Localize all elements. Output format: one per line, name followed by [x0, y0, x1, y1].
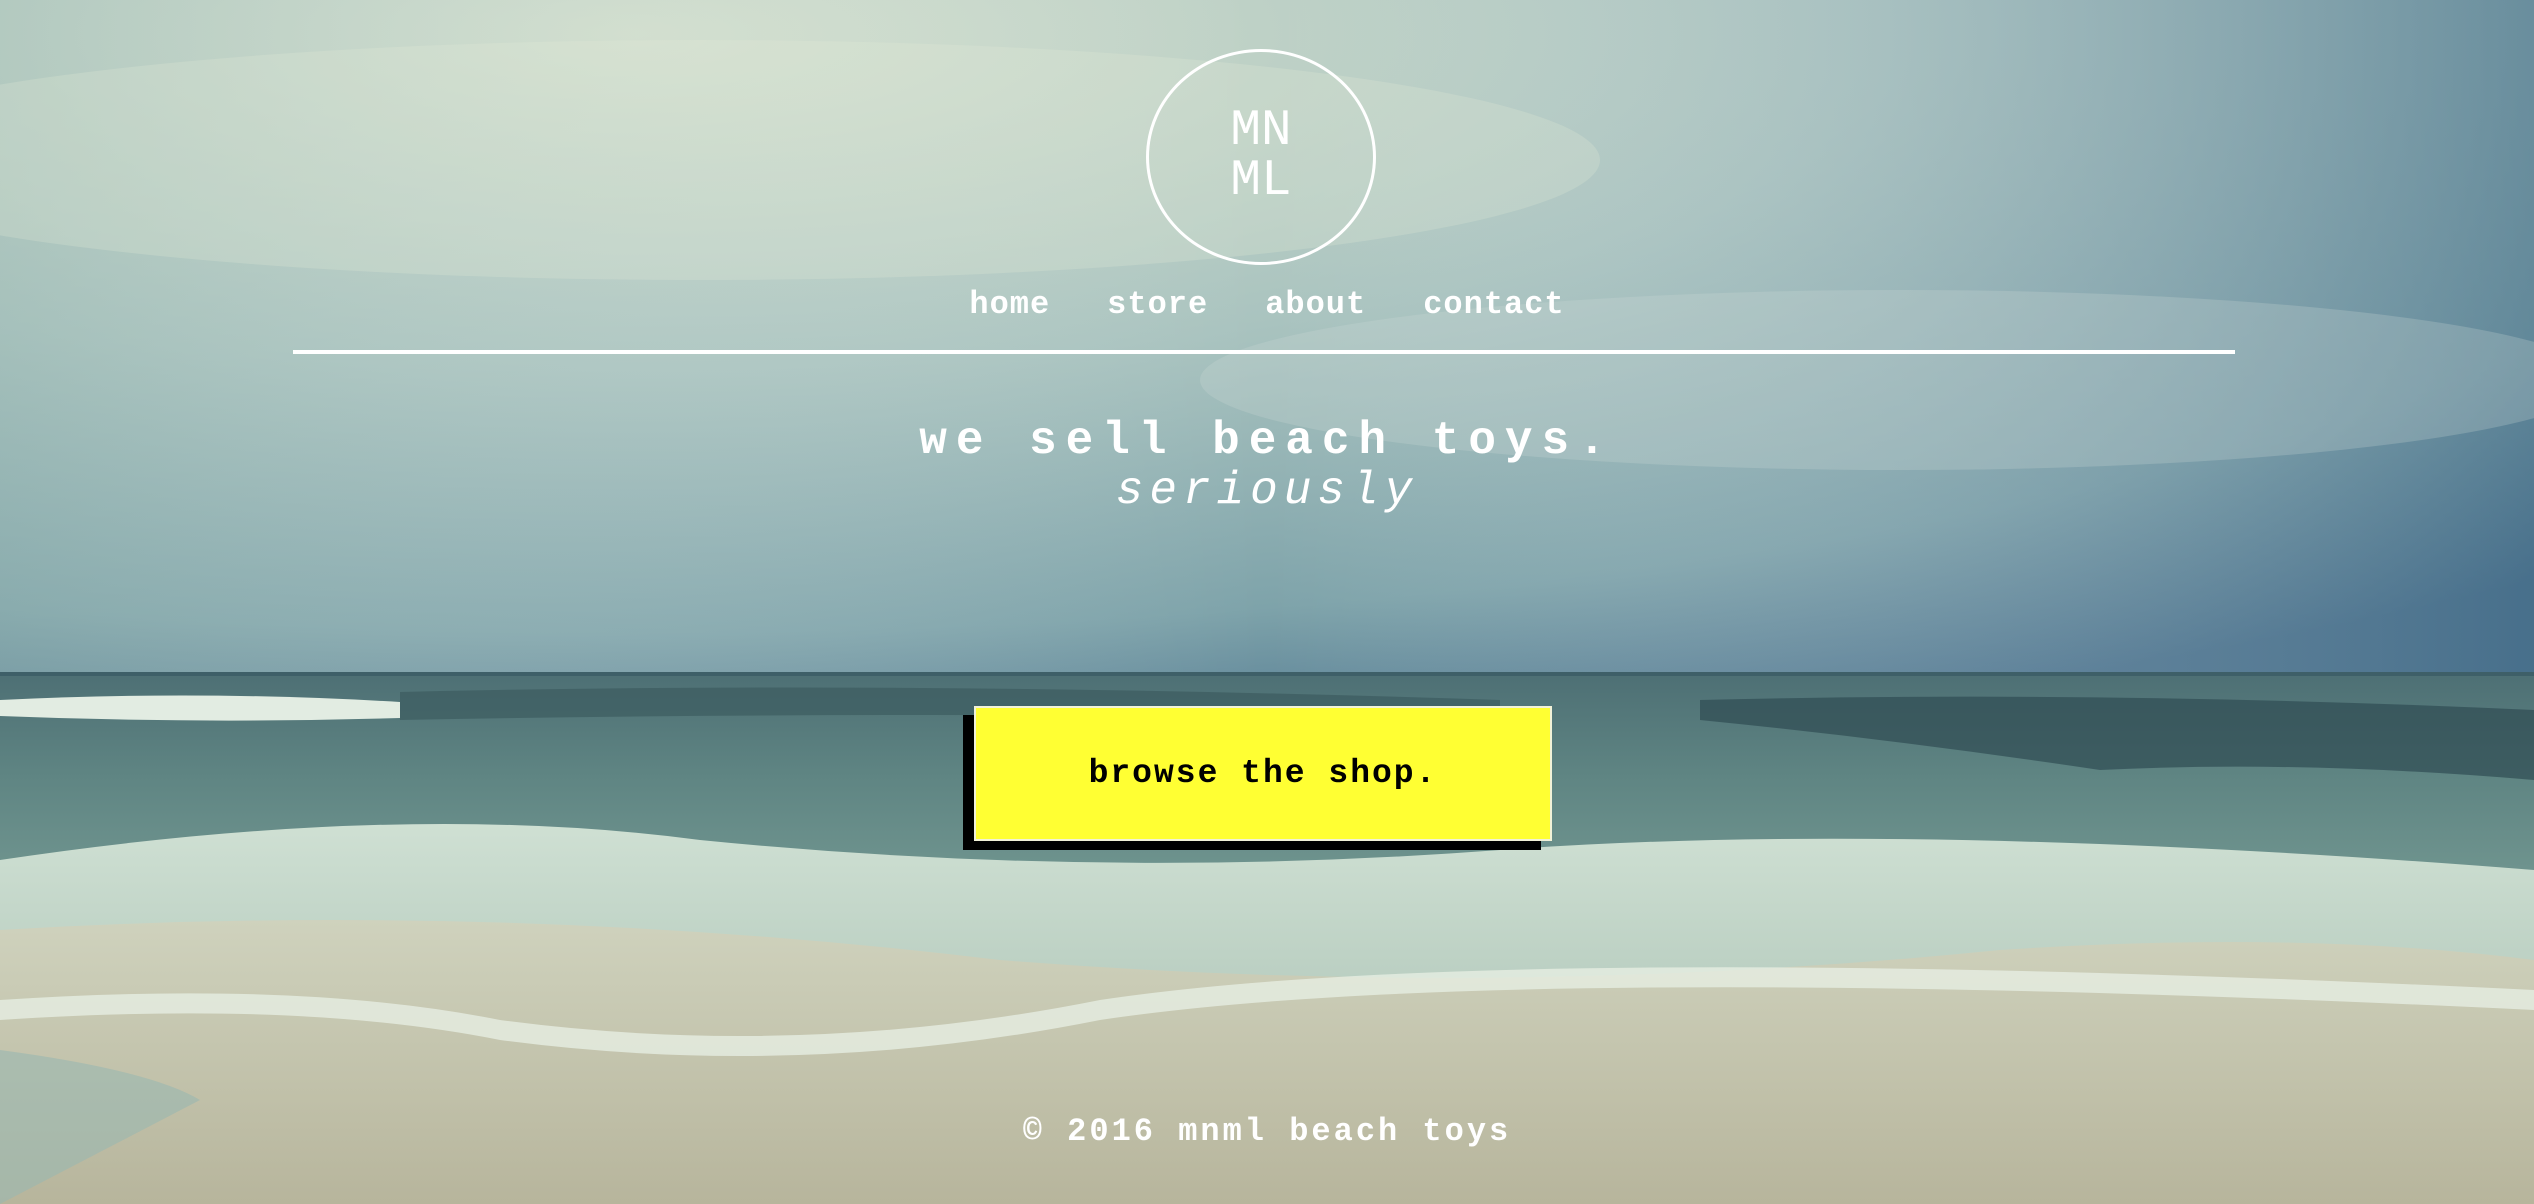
- main-nav: home store about contact: [0, 286, 2534, 323]
- nav-divider: [293, 350, 2235, 354]
- nav-item-home[interactable]: home: [969, 286, 1050, 323]
- logo-line-1: MN: [1230, 103, 1292, 160]
- nav-item-contact[interactable]: contact: [1423, 286, 1564, 323]
- logo-badge[interactable]: MN ML: [1146, 49, 1376, 265]
- nav-item-about[interactable]: about: [1265, 286, 1366, 323]
- logo-line-2: ML: [1230, 153, 1292, 210]
- nav-item-store[interactable]: store: [1107, 286, 1208, 323]
- footer-copyright: © 2016 mnml beach toys: [1022, 1113, 1512, 1150]
- hero-tagline: seriously: [1115, 465, 1419, 517]
- browse-shop-button[interactable]: browse the shop.: [974, 706, 1552, 841]
